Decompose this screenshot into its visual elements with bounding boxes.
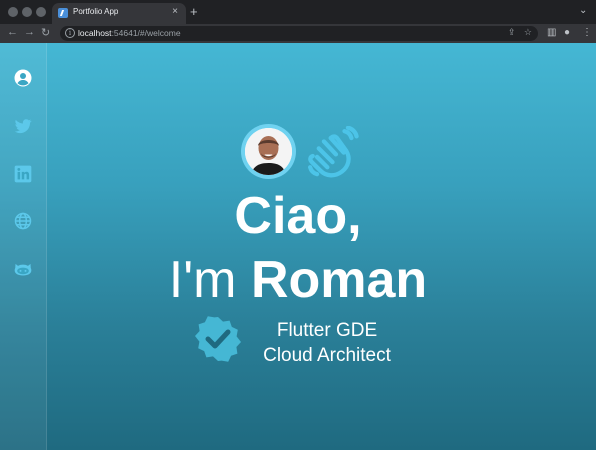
tab-close-icon[interactable]: ×: [172, 6, 178, 17]
url-text[interactable]: localhost:54641/#/welcome: [78, 28, 181, 38]
share-icon[interactable]: ⇪: [508, 27, 516, 37]
verified-badge-icon: [195, 316, 241, 362]
forward-icon[interactable]: →: [24, 26, 35, 38]
twitter-icon[interactable]: [13, 116, 33, 136]
address-bar[interactable]: i localhost:54641/#/welcome ⇪ ☆: [60, 26, 538, 41]
portrait-image: [245, 128, 292, 175]
profile-icon[interactable]: [13, 68, 33, 88]
maximize-window-dot[interactable]: [36, 7, 46, 17]
close-window-dot[interactable]: [8, 7, 18, 17]
omnibox-actions: ⇪ ☆: [508, 27, 532, 38]
sidebar: [0, 43, 47, 450]
tab-strip: Portfolio App × + ⌄: [0, 0, 596, 24]
tab-search-chevron-icon[interactable]: ⌄: [579, 5, 587, 16]
back-icon[interactable]: ←: [7, 26, 18, 38]
active-tab[interactable]: Portfolio App ×: [52, 3, 186, 24]
tab-title: Portfolio App: [73, 7, 119, 16]
greeting-heading: Ciao,: [234, 187, 362, 245]
browser-toolbar: ← → ↻ i localhost:54641/#/welcome ⇪ ☆ ▥ …: [0, 24, 596, 43]
profile-icon[interactable]: ●: [564, 27, 570, 38]
intro-prefix: I'm: [168, 251, 251, 309]
reload-icon[interactable]: ↻: [41, 26, 50, 39]
info-icon[interactable]: i: [65, 28, 75, 38]
role-flutter-gde: Flutter GDE: [276, 320, 378, 341]
flutter-favicon-icon: [58, 8, 68, 18]
name-text: Roman: [250, 251, 428, 309]
role-cloud-architect: Cloud Architect: [263, 345, 391, 366]
minimize-window-dot[interactable]: [22, 7, 32, 17]
name-heading: I'm Roman: [0, 250, 596, 310]
star-icon[interactable]: ☆: [524, 27, 532, 37]
avatar-ring: [241, 124, 296, 179]
waving-hand-icon: [308, 126, 359, 178]
side-panel-icon[interactable]: ▥: [547, 27, 556, 38]
menu-icon[interactable]: ⋮: [582, 27, 592, 38]
portfolio-page: Ciao, I'm Roman Flutter GDE Cloud Archit…: [0, 43, 596, 450]
avatar: [245, 128, 292, 175]
new-tab-button[interactable]: +: [190, 4, 198, 19]
linkedin-icon[interactable]: [13, 164, 33, 184]
